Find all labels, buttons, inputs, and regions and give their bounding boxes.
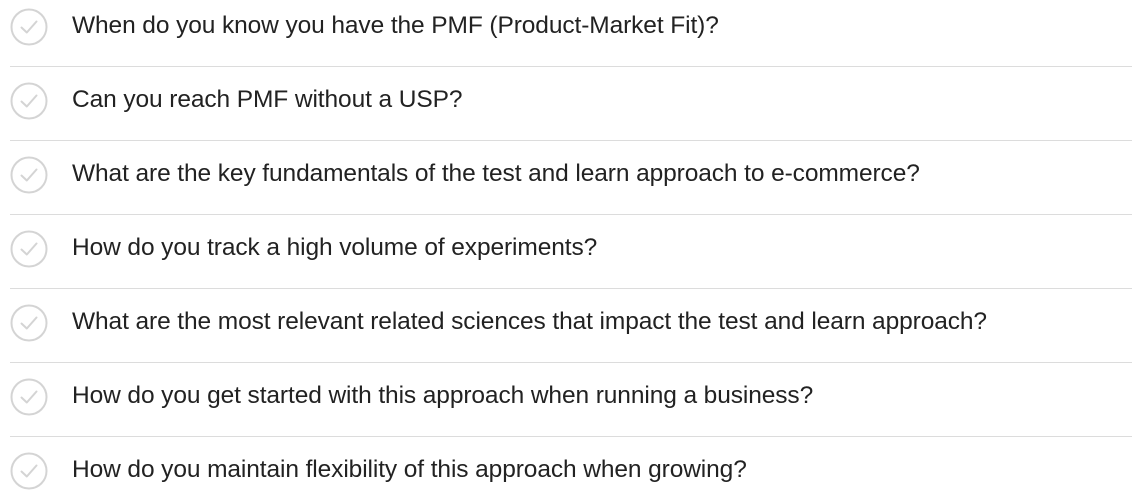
divider <box>10 66 1132 67</box>
check-circle-icon[interactable] <box>10 82 48 120</box>
question-label: How do you get started with this approac… <box>72 382 814 409</box>
check-circle-icon[interactable] <box>10 156 48 194</box>
question-label: How do you track a high volume of experi… <box>72 234 598 261</box>
divider <box>10 288 1132 289</box>
question-label: Can you reach PMF without a USP? <box>72 86 463 113</box>
divider <box>10 140 1132 141</box>
question-label: When do you know you have the PMF (Produ… <box>72 12 719 39</box>
check-circle-icon[interactable] <box>10 230 48 268</box>
question-label: What are the key fundamentals of the tes… <box>72 160 920 187</box>
check-circle-icon[interactable] <box>10 452 48 490</box>
question-checklist: When do you know you have the PMF (Produ… <box>0 0 1132 504</box>
question-label: What are the most relevant related scien… <box>72 308 987 335</box>
divider <box>10 214 1132 215</box>
check-circle-icon[interactable] <box>10 378 48 416</box>
check-circle-icon[interactable] <box>10 8 48 46</box>
divider <box>10 362 1132 363</box>
check-circle-icon[interactable] <box>10 304 48 342</box>
divider <box>10 436 1132 437</box>
question-label: How do you maintain flexibility of this … <box>72 456 747 483</box>
